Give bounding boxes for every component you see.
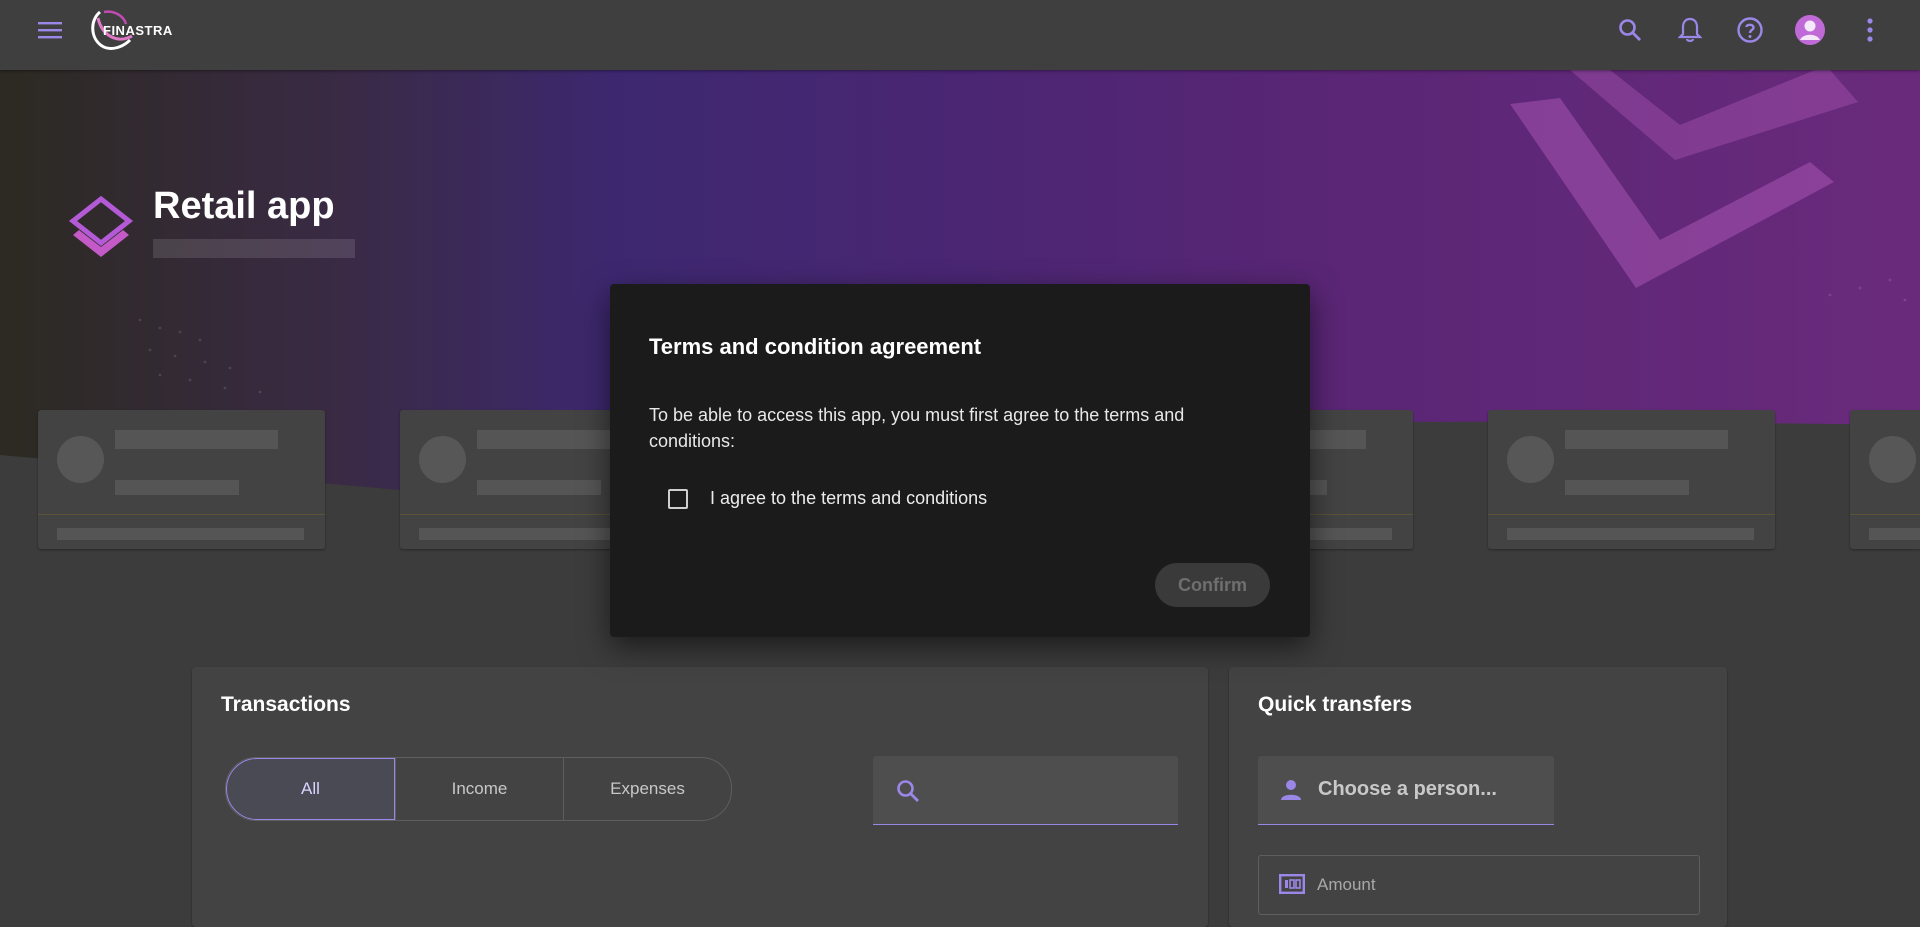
agree-checkbox-label[interactable]: I agree to the terms and conditions — [710, 488, 987, 509]
terms-dialog: Terms and condition agreement To be able… — [610, 284, 1310, 637]
agree-checkbox[interactable] — [668, 488, 688, 509]
dialog-title: Terms and condition agreement — [649, 334, 982, 359]
agree-checkbox-row[interactable]: I agree to the terms and conditions — [668, 488, 987, 509]
dialog-body-text: To be able to access this app, you must … — [649, 405, 1185, 451]
confirm-button[interactable]: Confirm — [1155, 563, 1270, 607]
